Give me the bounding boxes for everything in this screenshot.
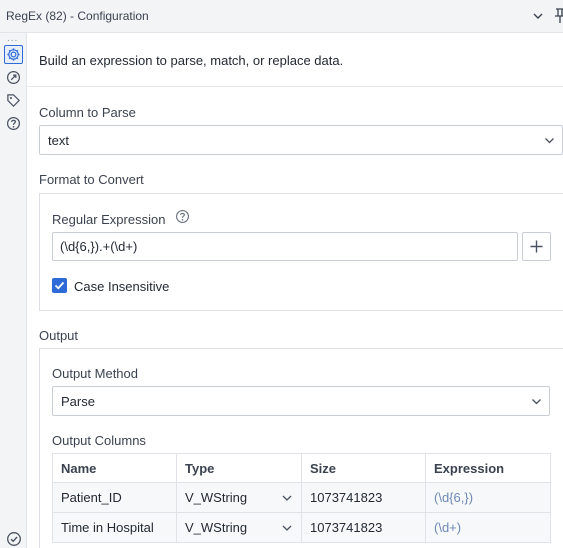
help-icon[interactable] bbox=[175, 209, 190, 224]
chevron-down-icon bbox=[532, 399, 541, 405]
table-row[interactable]: Time in Hospital V_WString 1073741823 (\… bbox=[52, 512, 551, 543]
column-to-parse-label: Column to Parse bbox=[39, 105, 136, 120]
cell-size[interactable]: 1073741823 bbox=[301, 512, 426, 543]
cell-expression: (\d{6,}) bbox=[425, 482, 551, 513]
output-columns-table: Name Type Size Expression Patient_ID V_W… bbox=[52, 453, 551, 543]
chevron-down-icon bbox=[545, 138, 554, 144]
gear-icon[interactable] bbox=[4, 45, 23, 64]
output-method-value: Parse bbox=[61, 394, 95, 409]
checkmark-icon bbox=[54, 281, 65, 290]
tool-description: Build an expression to parse, match, or … bbox=[39, 53, 344, 68]
cell-size[interactable]: 1073741823 bbox=[301, 482, 426, 513]
cell-type[interactable]: V_WString bbox=[176, 482, 302, 513]
title-bar: RegEx (82) - Configuration bbox=[0, 0, 563, 33]
regular-expression-input[interactable]: (\d{6,}).+(\d+) bbox=[52, 232, 518, 261]
output-method-label: Output Method bbox=[52, 366, 138, 381]
case-insensitive-label[interactable]: Case Insensitive bbox=[74, 279, 169, 294]
divider bbox=[27, 86, 563, 87]
table-row[interactable]: Patient_ID V_WString 1073741823 (\d{6,}) bbox=[52, 482, 551, 513]
output-label: Output bbox=[39, 328, 79, 343]
collapse-chevron-icon[interactable] bbox=[531, 9, 545, 23]
connection-icon[interactable] bbox=[4, 68, 23, 87]
output-columns-label: Output Columns bbox=[52, 433, 146, 448]
help-icon[interactable] bbox=[4, 114, 23, 133]
cell-name[interactable]: Time in Hospital bbox=[52, 512, 177, 543]
output-method-select[interactable]: Parse bbox=[52, 386, 550, 416]
column-header-size[interactable]: Size bbox=[301, 453, 426, 483]
column-to-parse-select[interactable]: text bbox=[39, 125, 563, 155]
insert-token-button[interactable] bbox=[522, 232, 551, 261]
cell-name[interactable]: Patient_ID bbox=[52, 482, 177, 513]
chevron-down-icon bbox=[282, 525, 292, 531]
regular-expression-value: (\d{6,}).+(\d+) bbox=[60, 239, 138, 254]
column-header-type[interactable]: Type bbox=[176, 453, 302, 483]
cell-type[interactable]: V_WString bbox=[176, 512, 302, 543]
column-to-parse-value: text bbox=[48, 133, 69, 148]
left-rail: ... bbox=[0, 33, 27, 548]
cell-type-value: V_WString bbox=[185, 490, 248, 505]
chevron-down-icon bbox=[282, 495, 292, 501]
table-header-row: Name Type Size Expression bbox=[52, 453, 551, 483]
regular-expression-label: Regular Expression bbox=[52, 212, 166, 227]
format-to-convert-label: Format to Convert bbox=[39, 172, 144, 187]
window-title: RegEx (82) - Configuration bbox=[6, 9, 149, 23]
plus-icon bbox=[530, 240, 543, 253]
pin-icon[interactable] bbox=[553, 7, 563, 25]
cell-type-value: V_WString bbox=[185, 520, 248, 535]
cell-expression: (\d+) bbox=[425, 512, 551, 543]
check-circle-icon[interactable] bbox=[6, 531, 22, 547]
rail-dots: ... bbox=[7, 33, 19, 44]
tag-icon[interactable] bbox=[4, 91, 23, 110]
column-header-name[interactable]: Name bbox=[52, 453, 177, 483]
column-header-expression[interactable]: Expression bbox=[425, 453, 551, 483]
case-insensitive-checkbox[interactable] bbox=[52, 278, 67, 293]
